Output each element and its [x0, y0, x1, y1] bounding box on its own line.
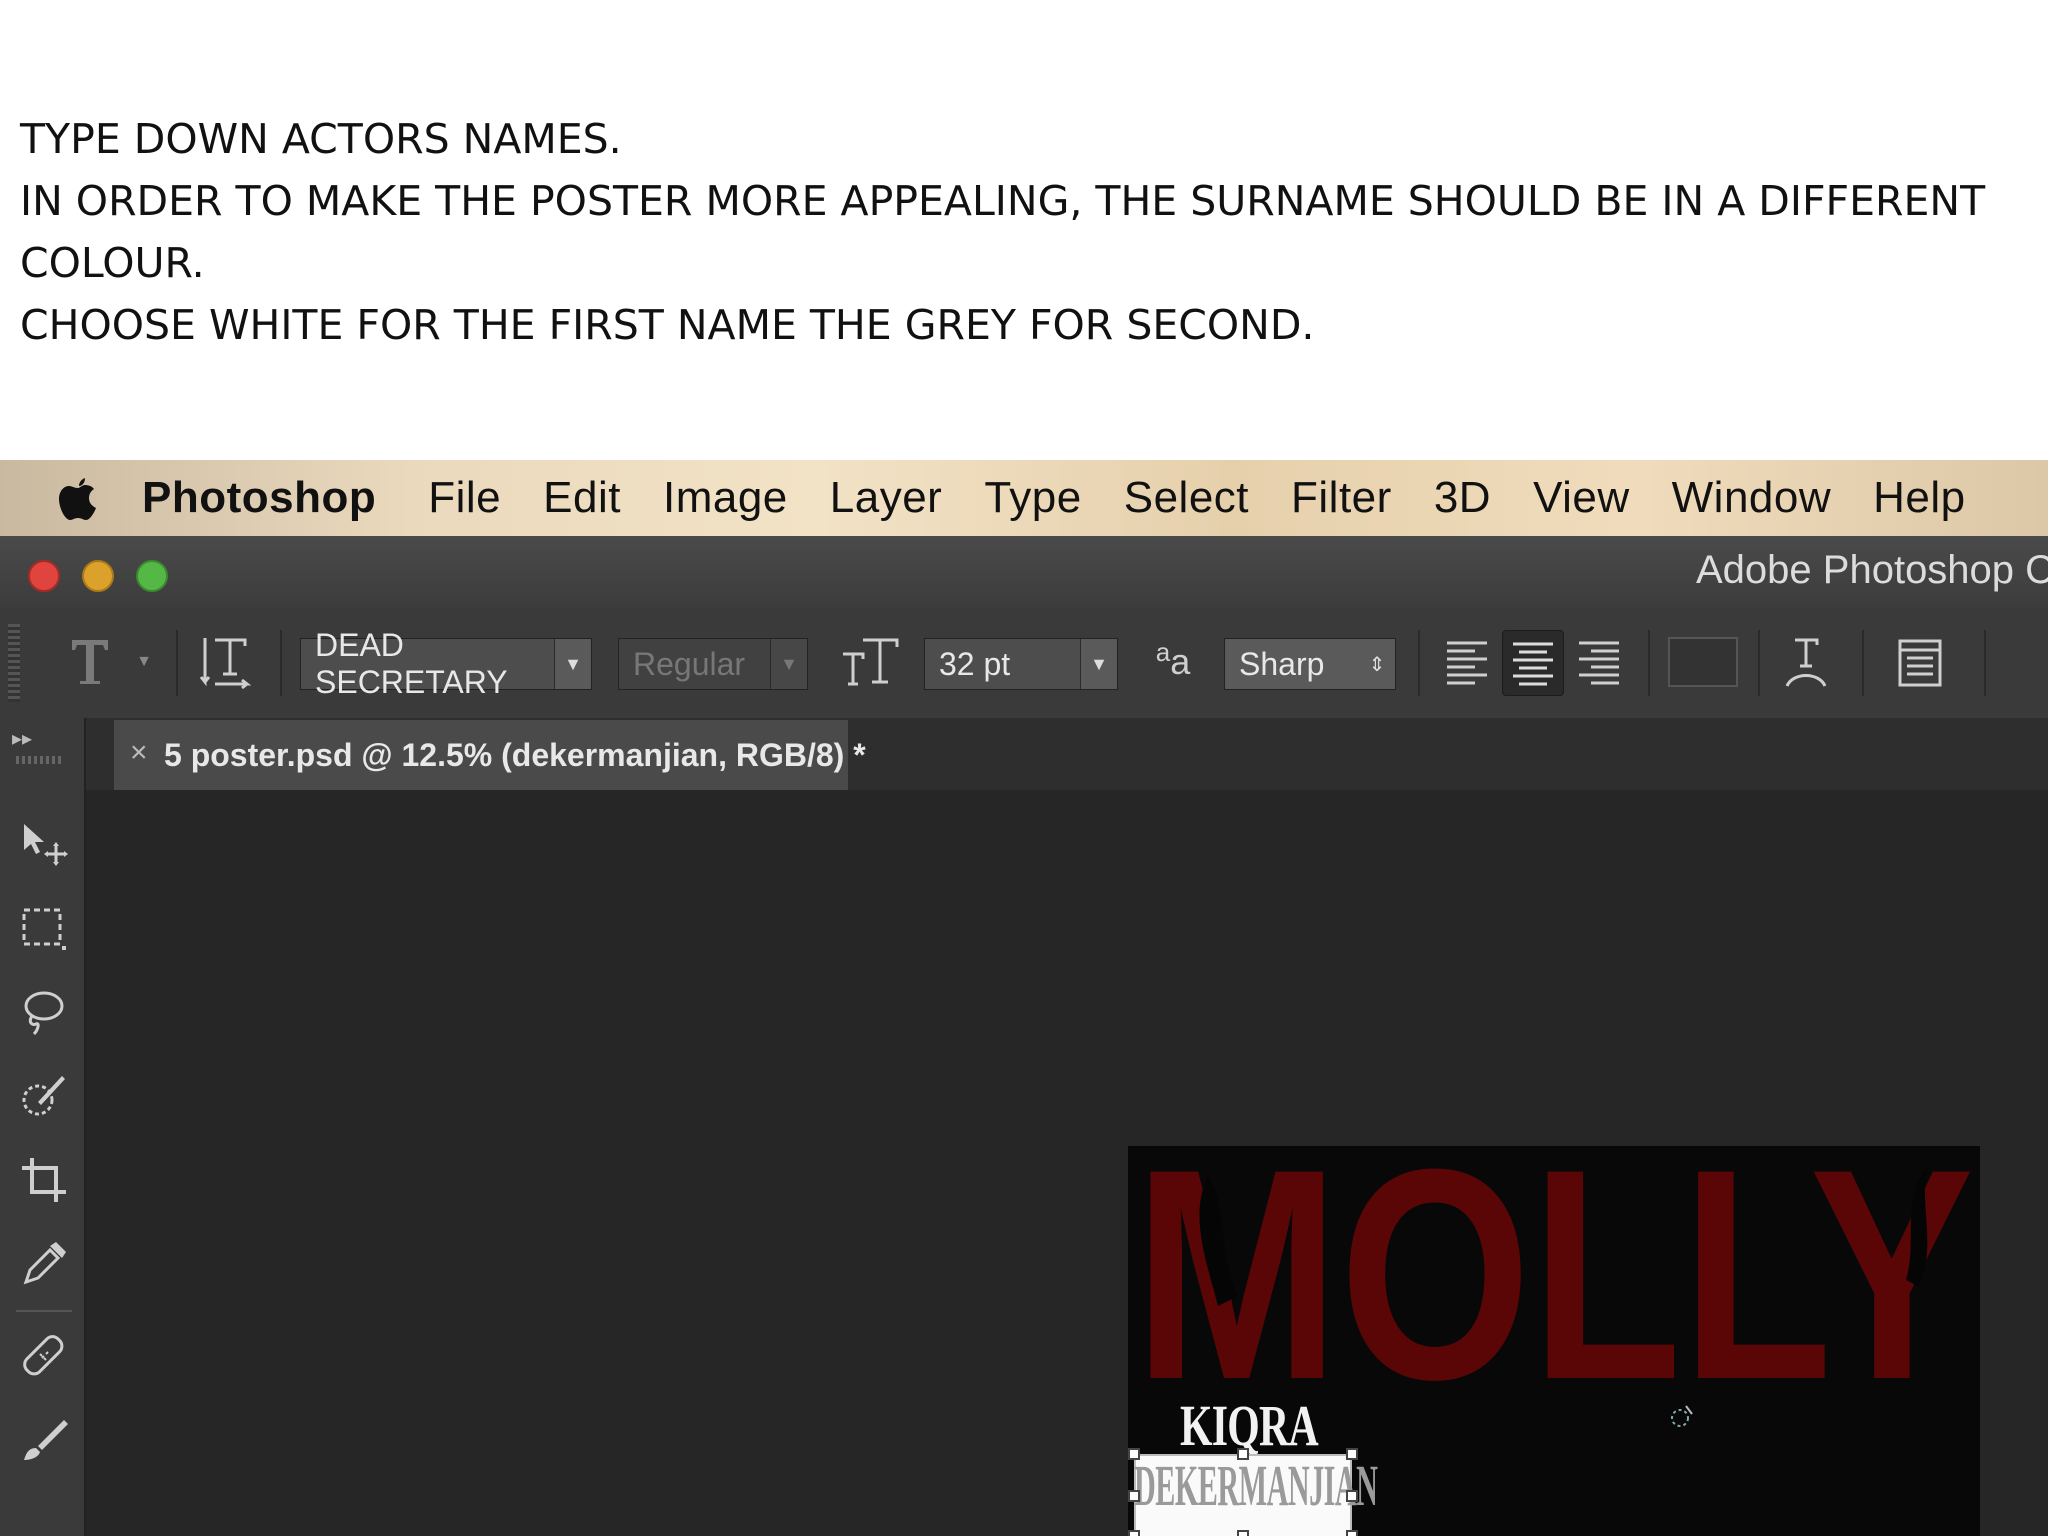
menu-file[interactable]: File: [428, 473, 501, 523]
font-size-icon: [840, 630, 900, 694]
align-center-icon[interactable]: [1502, 630, 1564, 696]
tools-divider: [16, 1310, 72, 1312]
window-title: Adobe Photoshop C: [1696, 548, 2048, 592]
transform-handle[interactable]: [1237, 1448, 1249, 1460]
apple-icon[interactable]: [56, 472, 100, 524]
options-bar-grip[interactable]: [8, 624, 20, 702]
menu-view[interactable]: View: [1533, 473, 1630, 523]
brush-tool-icon[interactable]: [20, 1412, 68, 1468]
actor-last-name[interactable]: DEKERMANJIAN: [1134, 1452, 1378, 1519]
quick-selection-tool-icon[interactable]: [20, 1068, 68, 1124]
anti-aliasing-icon: aa: [1148, 630, 1198, 694]
healing-brush-tool-icon[interactable]: [20, 1328, 68, 1384]
menu-select[interactable]: Select: [1124, 473, 1249, 523]
align-right-icon[interactable]: [1572, 630, 1626, 694]
transform-handle[interactable]: [1237, 1530, 1249, 1536]
zoom-window-button[interactable]: [136, 560, 168, 592]
photoshop-screenshot: Photoshop File Edit Image Layer Type Sel…: [0, 460, 2048, 1536]
separator: [280, 630, 282, 696]
instruction-text: TYPE DOWN ACTORS NAMES. IN ORDER TO MAKE…: [20, 108, 2030, 356]
text-color-swatch[interactable]: [1666, 630, 1740, 694]
poster-document[interactable]: MOLLY KIQRA DEKERMANJIAN: [1128, 1146, 1980, 1536]
separator: [1758, 630, 1760, 696]
chevron-down-icon[interactable]: ▼: [770, 639, 807, 689]
color-swatch-box: [1668, 637, 1738, 687]
up-down-arrows-icon[interactable]: ⇕: [1359, 639, 1395, 689]
separator: [176, 630, 178, 696]
chevron-down-icon[interactable]: ▼: [1080, 639, 1117, 689]
anti-aliasing-select[interactable]: Sharp ⇕: [1224, 638, 1396, 690]
menu-window[interactable]: Window: [1672, 473, 1832, 523]
close-icon[interactable]: ×: [130, 736, 148, 770]
tool-preset-dropdown-icon[interactable]: ▼: [132, 630, 156, 694]
tools-panel-grip[interactable]: [16, 756, 64, 764]
aa-small-a: a: [1155, 636, 1171, 667]
transform-handle[interactable]: [1128, 1448, 1140, 1460]
character-panel-icon[interactable]: [1890, 630, 1950, 694]
document-tab[interactable]: × 5 poster.psd @ 12.5% (dekermanjian, RG…: [114, 720, 866, 790]
separator: [1984, 630, 1986, 696]
menu-type[interactable]: Type: [984, 473, 1081, 523]
font-size-value: 32 pt: [939, 645, 1011, 682]
move-tool-icon[interactable]: [20, 816, 68, 872]
minimize-window-button[interactable]: [82, 560, 114, 592]
menu-filter[interactable]: Filter: [1291, 473, 1392, 523]
instruction-line-2: IN ORDER TO MAKE THE POSTER MORE APPEALI…: [20, 177, 1986, 287]
menu-3d[interactable]: 3D: [1434, 473, 1491, 523]
chevron-down-icon[interactable]: ▼: [554, 639, 591, 689]
document-tab-bar: × 5 poster.psd @ 12.5% (dekermanjian, RG…: [86, 718, 2048, 790]
crop-tool-icon[interactable]: [20, 1152, 68, 1208]
instruction-line-3: CHOOSE WHITE FOR THE FIRST NAME THE GREY…: [20, 301, 1315, 349]
font-family-select[interactable]: DEAD SECRETARY ▼: [300, 627, 592, 700]
eyedropper-tool-icon[interactable]: [20, 1236, 68, 1292]
separator: [1648, 630, 1650, 696]
collapse-panel-icon[interactable]: ▸▸: [12, 726, 32, 751]
menu-image[interactable]: Image: [663, 473, 788, 523]
transform-handle[interactable]: [1128, 1530, 1140, 1536]
transform-handle[interactable]: [1346, 1448, 1358, 1460]
toggle-text-orientation-icon[interactable]: [196, 630, 254, 694]
close-window-button[interactable]: [28, 560, 60, 592]
menu-help[interactable]: Help: [1873, 473, 1966, 523]
menu-photoshop[interactable]: Photoshop: [142, 473, 376, 523]
transform-handle[interactable]: [1346, 1490, 1358, 1502]
font-style-select[interactable]: Regular ▼: [618, 638, 808, 690]
font-size-field[interactable]: 32 pt ▼: [924, 638, 1118, 690]
document-tab-label: 5 poster.psd @ 12.5% (dekermanjian, RGB/…: [164, 736, 866, 773]
instruction-line-1: TYPE DOWN ACTORS NAMES.: [20, 115, 622, 163]
font-family-value: DEAD SECRETARY: [315, 627, 508, 700]
separator: [1862, 630, 1864, 696]
lasso-tool-icon[interactable]: [20, 984, 68, 1040]
separator: [1418, 630, 1420, 696]
type-tool-preset-icon[interactable]: [62, 630, 118, 694]
transform-handle[interactable]: [1128, 1490, 1140, 1502]
menu-edit[interactable]: Edit: [543, 473, 621, 523]
align-left-icon[interactable]: [1440, 630, 1494, 694]
marquee-tool-icon[interactable]: [20, 900, 68, 956]
font-style-value: Regular: [633, 645, 746, 682]
poster-title-graphic: MOLLY: [1134, 1146, 1974, 1386]
anti-aliasing-value: Sharp: [1239, 645, 1325, 682]
text-cursor-icon: [1668, 1402, 1698, 1432]
warp-text-icon[interactable]: [1776, 630, 1836, 694]
transform-handle[interactable]: [1346, 1530, 1358, 1536]
poster-title: MOLLY: [1134, 1146, 1974, 1386]
tools-panel: ▸▸: [0, 718, 86, 1536]
tool-options-bar: ▼ DEAD SECRETARY ▼ Regular ▼ 32 pt ▼ aa …: [0, 608, 2048, 720]
window-title-bar: Adobe Photoshop C: [0, 536, 2048, 609]
menu-layer[interactable]: Layer: [830, 473, 943, 523]
aa-large-a: a: [1170, 641, 1191, 682]
menu-bar: Photoshop File Edit Image Layer Type Sel…: [0, 460, 2048, 536]
